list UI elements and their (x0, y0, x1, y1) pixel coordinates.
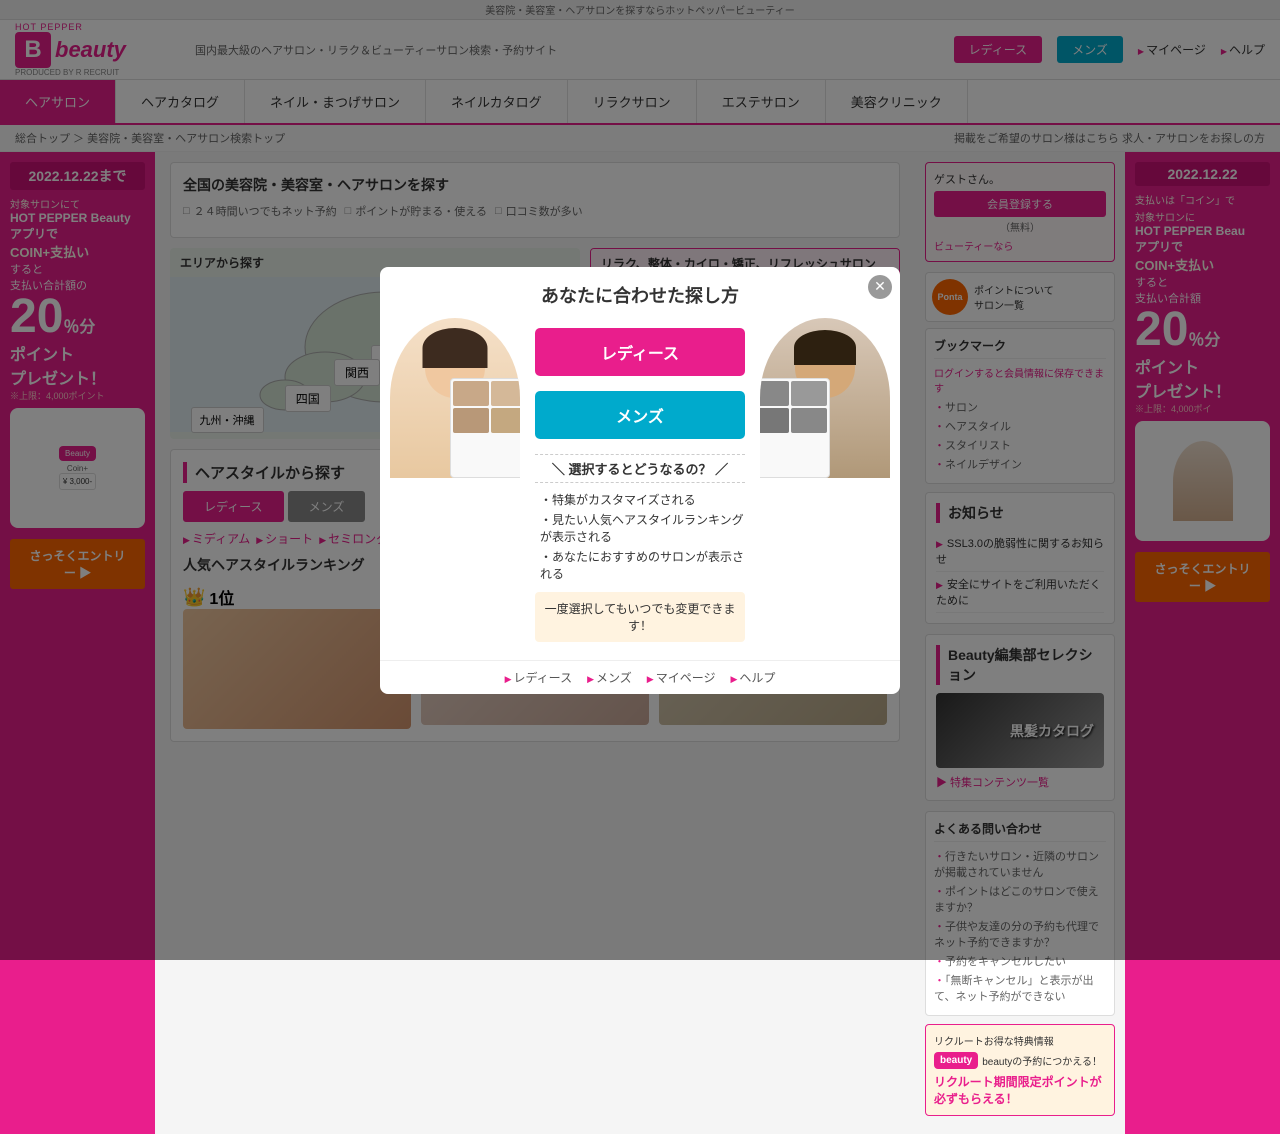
modal-footer-ladies-link[interactable]: レディース (505, 669, 572, 686)
modal-desc-1: 特集がカスタマイズされる (540, 491, 745, 508)
modal-desc-2: 見たい人気ヘアスタイルランキングが表示される (540, 511, 745, 545)
campaign-title: リクルートお得な特典情報 (934, 1033, 1106, 1048)
faq-item-5[interactable]: 「無断キャンセル」と表示が出て、ネット予約ができない (934, 972, 1106, 1004)
modal-images: レディース メンズ ＼ 選択するとどうなるの？ ／ 特集がカスタマイズされる 見… (380, 318, 900, 660)
modal-footer-mypage-link[interactable]: マイページ (647, 669, 716, 686)
modal-desc-3: あなたにおすすめのサロンが表示される (540, 548, 745, 582)
modal-dialog: ✕ あなたに合わせた探し方 (380, 267, 900, 694)
modal-footer-mens-link[interactable]: メンズ (587, 669, 632, 686)
modal-select-title: ＼ 選択するとどうなるの？ ／ (535, 454, 745, 483)
modal-title: あなたに合わせた探し方 (380, 267, 900, 318)
modal-ladies-button[interactable]: レディース (535, 328, 745, 376)
modal-center: レディース メンズ ＼ 選択するとどうなるの？ ／ 特集がカスタマイズされる 見… (520, 318, 760, 660)
modal-desc-list: 特集がカスタマイズされる 見たい人気ヘアスタイルランキングが表示される あなたに… (535, 491, 745, 582)
modal-footer-help-link[interactable]: ヘルプ (730, 669, 775, 686)
phone-preview-right (760, 378, 830, 478)
campaign-beauty-badge: beauty (934, 1052, 978, 1069)
modal-change-note: 一度選択してもいつでも変更できます！ (535, 592, 745, 642)
modal-overlay[interactable]: ✕ あなたに合わせた探し方 (0, 0, 1280, 960)
campaign-text: beautyの予約につかえる！ (982, 1053, 1102, 1068)
modal-close-button[interactable]: ✕ (868, 275, 892, 299)
modal-woman-image (390, 318, 520, 478)
modal-man-image (760, 318, 890, 478)
modal-mens-button[interactable]: メンズ (535, 391, 745, 439)
campaign-section: リクルートお得な特典情報 beauty beautyの予約につかえる！ リクルー… (925, 1024, 1115, 1116)
modal-footer: レディース メンズ マイページ ヘルプ (380, 660, 900, 694)
phone-preview (450, 378, 520, 478)
campaign-sub: リクルート期間限定ポイントが必ずもらえる！ (934, 1073, 1106, 1107)
